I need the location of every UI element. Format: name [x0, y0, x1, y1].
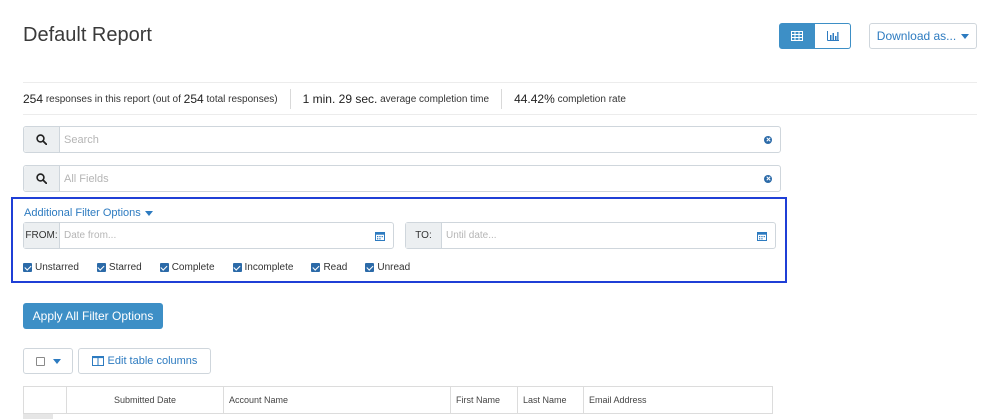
- column-header-last-name[interactable]: Last Name: [518, 387, 584, 413]
- page-title: Default Report: [23, 24, 152, 46]
- checked-checkbox-icon[interactable]: [23, 263, 32, 272]
- fields-search-bar: [23, 165, 781, 192]
- fields-search-button[interactable]: [24, 166, 60, 191]
- stats-divider-top: [23, 82, 977, 83]
- checkbox-label: Unstarred: [35, 262, 79, 273]
- search-icon: [36, 134, 47, 145]
- edit-columns-label: Edit table columns: [107, 355, 198, 367]
- column-header-account-name[interactable]: Account Name: [224, 387, 451, 413]
- chart-view-button[interactable]: [815, 23, 851, 49]
- completion-label: completion rate: [557, 93, 626, 105]
- to-label: TO:: [406, 223, 442, 248]
- completion-value: 44.42%: [514, 92, 555, 106]
- avg-time-label: average completion time: [380, 93, 490, 105]
- search-button[interactable]: [24, 127, 60, 152]
- calendar-icon[interactable]: [757, 231, 767, 241]
- stats-bar: 254 responses in this report (out of 254…: [23, 88, 626, 110]
- table-icon: [791, 31, 803, 41]
- from-label: FROM:: [24, 223, 60, 248]
- checkbox-label: Incomplete: [244, 262, 294, 273]
- checked-checkbox-icon[interactable]: [365, 263, 375, 272]
- table-view-button[interactable]: [779, 23, 815, 49]
- checkbox-starred[interactable]: Starred: [96, 262, 142, 273]
- date-from-field: FROM:: [23, 222, 394, 249]
- checkbox-label: Complete: [171, 262, 215, 273]
- additional-filter-toggle[interactable]: Additional Filter Options: [24, 207, 153, 219]
- download-button[interactable]: Download as...: [869, 23, 977, 49]
- status-checkboxes: Unstarred Starred Complete Incomplete Re…: [23, 262, 428, 273]
- search-icon: [36, 173, 47, 184]
- checked-checkbox-icon[interactable]: [96, 263, 106, 272]
- date-to-field: TO:: [405, 222, 776, 249]
- total-count: 254: [183, 92, 204, 106]
- checkbox-read[interactable]: Read: [311, 262, 347, 273]
- table-select-column: [24, 387, 67, 413]
- column-header-email-address[interactable]: Email Address: [584, 387, 772, 413]
- bulk-select-dropdown[interactable]: [23, 348, 73, 374]
- checkbox-unread[interactable]: Unread: [365, 262, 410, 273]
- checkbox-label: Unread: [377, 262, 411, 273]
- caret-down-icon: [961, 33, 970, 39]
- calendar-icon[interactable]: [375, 231, 385, 241]
- checkbox-label: Starred: [108, 262, 142, 273]
- stats-divider-bottom: [23, 114, 977, 115]
- apply-filters-button[interactable]: Apply All Filter Options: [23, 303, 163, 329]
- caret-down-icon: [144, 210, 153, 216]
- date-from-input[interactable]: [60, 230, 375, 241]
- view-toggle: [779, 23, 851, 49]
- edit-columns-button[interactable]: Edit table columns: [78, 348, 211, 374]
- responses-text: responses in this report (out of: [45, 93, 181, 105]
- checked-checkbox-icon[interactable]: [159, 263, 169, 272]
- column-header-first-name[interactable]: First Name: [451, 387, 518, 413]
- bar-chart-icon: [826, 31, 839, 41]
- fields-search-input[interactable]: [60, 172, 764, 185]
- total-text: total responses): [206, 93, 278, 105]
- checked-checkbox-icon[interactable]: [311, 263, 321, 272]
- additional-filter-panel: Additional Filter Options FROM: TO:: [11, 197, 787, 283]
- stat-separator: [289, 89, 291, 109]
- clear-fields-icon[interactable]: [764, 174, 772, 183]
- checkbox-label: Read: [323, 262, 348, 273]
- download-label: Download as...: [876, 29, 957, 43]
- avg-time-value: 1 min. 29 sec.: [302, 92, 378, 106]
- filter-toggle-label: Additional Filter Options: [24, 207, 141, 219]
- checkbox-incomplete[interactable]: Incomplete: [232, 262, 294, 273]
- table-row: [23, 414, 53, 419]
- date-to-input[interactable]: [442, 230, 757, 241]
- column-header-submitted-date[interactable]: Submitted Date: [67, 387, 224, 413]
- checkbox-icon[interactable]: [35, 356, 45, 366]
- search-input[interactable]: [60, 133, 764, 146]
- caret-down-icon: [52, 358, 61, 364]
- checked-checkbox-icon[interactable]: [232, 263, 242, 272]
- stat-separator: [501, 89, 503, 109]
- responses-count: 254: [23, 92, 44, 106]
- checkbox-unstarred[interactable]: Unstarred: [23, 262, 79, 273]
- clear-search-icon[interactable]: [764, 135, 772, 144]
- columns-icon: [91, 356, 104, 366]
- checkbox-complete[interactable]: Complete: [159, 262, 215, 273]
- responses-table-header: Submitted Date Account Name First Name L…: [23, 386, 773, 414]
- search-bar: [23, 126, 781, 153]
